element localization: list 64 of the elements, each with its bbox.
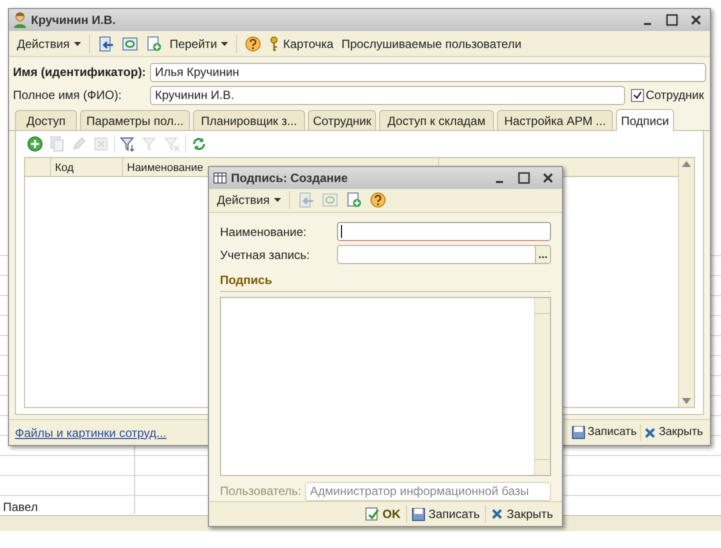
text-field[interactable] (337, 245, 535, 264)
text-field: Администратор информационной базы (305, 482, 551, 501)
arrow-down-icon[interactable] (682, 398, 691, 404)
footer-button[interactable]: OK (360, 505, 406, 524)
maximize-icon[interactable] (518, 172, 530, 184)
close-icon (644, 426, 656, 438)
add-icon[interactable] (27, 136, 43, 152)
window-title: Кручинин И.В. (31, 12, 116, 29)
tab[interactable]: Планировщик з... (193, 110, 305, 130)
table-icon (213, 170, 227, 185)
select-button[interactable]: ... (535, 245, 551, 264)
close-icon[interactable] (690, 14, 702, 26)
field-label: Наименование: (220, 224, 308, 241)
arrow-up-icon[interactable] (682, 161, 691, 167)
close-icon (490, 508, 503, 520)
field-label: Учетная запись: (220, 246, 311, 264)
link[interactable]: Файлы и картинки сотруд... (15, 424, 166, 442)
footer-button[interactable]: Записать (406, 505, 485, 524)
tab[interactable]: Настройка АРМ ... (497, 110, 613, 130)
window-title: Подпись: Создание (231, 170, 348, 187)
scrollbar[interactable] (678, 158, 694, 407)
help-icon[interactable] (245, 36, 262, 52)
tab[interactable]: Доступ к складам (379, 110, 494, 130)
document-add-icon[interactable] (346, 192, 362, 208)
toolbar-button[interactable]: Карточка (265, 34, 338, 54)
footer-button[interactable]: Записать (568, 424, 640, 442)
person-icon (13, 12, 27, 28)
section-title: Подпись (220, 272, 272, 287)
text-cursor (341, 225, 342, 238)
text-field[interactable]: Илья Кручинин (150, 62, 706, 82)
caret-icon (74, 42, 81, 46)
save-icon (412, 508, 424, 521)
footer-button[interactable]: Закрыть (484, 505, 558, 524)
column-header[interactable]: Код (55, 162, 74, 174)
close-icon[interactable] (542, 172, 554, 184)
checkmark-icon (364, 507, 378, 522)
menu-button[interactable]: Действия (13, 34, 85, 54)
exit-icon[interactable] (98, 36, 114, 52)
field-label: Полное имя (ФИО): (13, 87, 123, 104)
field-label: Имя (идентификатор): (13, 64, 147, 81)
tab[interactable]: Сотрудник (308, 110, 376, 130)
list-cell-text: Павел (3, 499, 38, 516)
footer-button[interactable]: Закрыть (640, 424, 706, 442)
text-field[interactable]: Кручинин И.В. (150, 86, 625, 104)
tab[interactable]: Доступ (15, 110, 77, 130)
tab[interactable]: Подписи (616, 109, 674, 131)
checkbox[interactable] (630, 88, 644, 102)
maximize-icon[interactable] (666, 14, 678, 26)
tab[interactable]: Параметры пол... (80, 110, 190, 130)
scrollbar[interactable] (534, 298, 550, 476)
filter-icon[interactable] (120, 136, 136, 152)
toolbar-button[interactable]: Прослушиваемые пользователи (337, 34, 526, 54)
text-field[interactable] (337, 222, 551, 242)
menu-button[interactable]: Действия (213, 190, 285, 210)
checkbox-label: Сотрудник (646, 87, 704, 104)
caret-icon (274, 198, 281, 202)
menu-button[interactable]: Перейти (166, 34, 232, 54)
document-add-icon[interactable] (146, 36, 162, 52)
field-label: Пользователь: (220, 483, 302, 500)
column-header[interactable]: Наименование (127, 162, 204, 174)
help-icon[interactable] (370, 192, 386, 208)
caret-icon (221, 42, 228, 46)
key-icon (269, 36, 280, 52)
save-icon (572, 426, 585, 439)
